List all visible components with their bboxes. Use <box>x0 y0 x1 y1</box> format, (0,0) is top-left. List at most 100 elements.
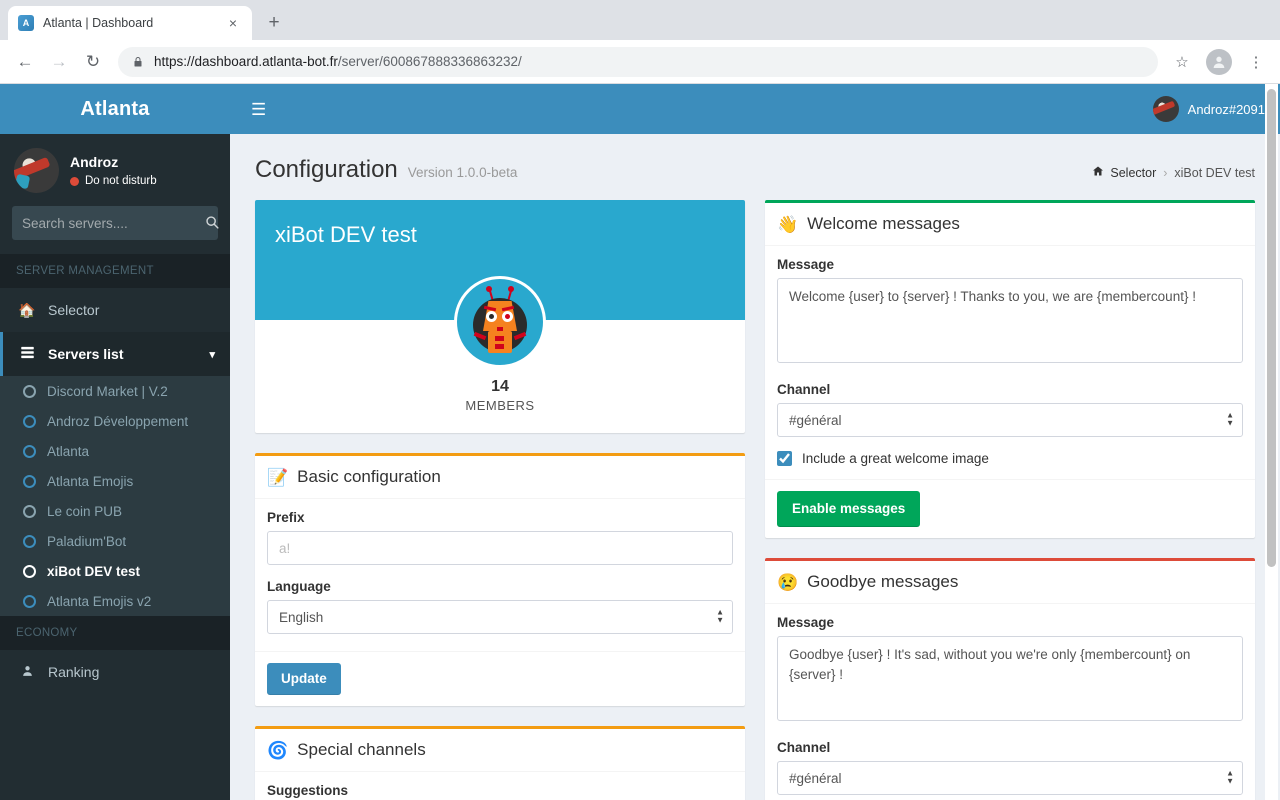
page-header: Configuration Version 1.0.0-beta Selecto… <box>230 134 1280 200</box>
chevron-down-icon[interactable]: ▾ <box>209 348 215 361</box>
brand-logo[interactable]: Atlanta <box>0 84 230 134</box>
search-box[interactable] <box>12 206 218 240</box>
card-header: 👋 Welcome messages <box>765 203 1255 246</box>
sidebar-item-selector[interactable]: 🏠 Selector <box>0 288 230 332</box>
sidebar-server-item[interactable]: Discord Market | V.2 <box>0 376 230 406</box>
tab-favicon-icon: A <box>18 15 34 31</box>
sidebar-server-item[interactable]: Androz Développement <box>0 406 230 436</box>
profile-avatar-icon[interactable] <box>1206 49 1232 75</box>
person-icon <box>1211 54 1227 70</box>
bookmark-star-icon[interactable]: ☆ <box>1167 47 1197 77</box>
circle-icon <box>23 385 36 398</box>
browser-tab[interactable]: A Atlanta | Dashboard × <box>8 6 252 40</box>
welcome-channel-select[interactable]: #général <box>777 403 1243 437</box>
browser-toolbar: ← → ↻ https://dashboard.atlanta-bot.fr/s… <box>0 40 1280 84</box>
sidebar-server-item[interactable]: Atlanta <box>0 436 230 466</box>
toolbar-actions: ☆ ⋮ <box>1167 47 1271 77</box>
update-button[interactable]: Update <box>267 663 341 695</box>
left-column: xiBot DEV test <box>245 200 755 800</box>
lock-icon <box>132 55 144 69</box>
welcome-image-checkbox-row[interactable]: Include a great welcome image <box>777 451 1243 466</box>
circle-icon <box>23 595 36 608</box>
breadcrumb-home-link[interactable]: Selector <box>1092 165 1156 180</box>
suggestions-group: Suggestions ▲▼ <box>267 783 733 800</box>
cyclone-icon: 🌀 <box>267 742 288 759</box>
main-content: ☰ Androz#2091 Configuration Version 1.0.… <box>230 84 1280 800</box>
card-title: Welcome messages <box>807 214 960 234</box>
sidebar-search <box>0 206 230 254</box>
sidebar-server-label: Discord Market | V.2 <box>47 384 168 399</box>
search-input[interactable] <box>22 216 199 231</box>
card-footer: Enable messages <box>765 479 1255 538</box>
welcome-messages-card: 👋 Welcome messages Message Channel <box>765 200 1255 538</box>
sidebar-server-label: Paladium'Bot <box>47 534 126 549</box>
robot-icon <box>464 286 536 358</box>
close-icon[interactable]: × <box>224 14 242 32</box>
sidebar-item-servers-list[interactable]: Servers list ▾ <box>0 332 230 376</box>
memo-icon: 📝 <box>267 469 288 486</box>
server-info-card: xiBot DEV test <box>255 200 745 433</box>
search-icon[interactable] <box>199 215 219 232</box>
new-tab-button[interactable]: + <box>260 9 288 37</box>
sidebar-user-panel[interactable]: Androz Do not disturb <box>0 134 230 206</box>
welcome-channel-label: Channel <box>777 382 1243 397</box>
columns-container: xiBot DEV test <box>230 200 1280 800</box>
page-scrollbar[interactable] <box>1265 84 1278 800</box>
topbar-username: Androz#2091 <box>1188 102 1265 117</box>
page-version: Version 1.0.0-beta <box>408 165 518 180</box>
card-body: Prefix Language English ▲▼ <box>255 499 745 651</box>
reload-icon[interactable]: ↻ <box>77 46 109 78</box>
breadcrumb-current: xiBot DEV test <box>1174 166 1255 180</box>
scrollbar-thumb[interactable] <box>1267 89 1276 567</box>
prefix-input[interactable] <box>267 531 733 565</box>
top-navbar: ☰ Androz#2091 <box>230 84 1280 134</box>
avatar <box>1153 96 1179 122</box>
welcome-channel-group: Channel #général ▲▼ <box>777 382 1243 437</box>
prefix-label: Prefix <box>267 510 733 525</box>
sidebar-server-item[interactable]: Atlanta Emojis v2 <box>0 586 230 616</box>
topbar-user-menu[interactable]: Androz#2091 <box>1153 96 1265 122</box>
hamburger-menu-icon[interactable]: ☰ <box>245 97 272 122</box>
content-scroll-area[interactable]: Configuration Version 1.0.0-beta Selecto… <box>230 134 1280 800</box>
circle-icon <box>23 565 36 578</box>
card-header: 🌀 Special channels <box>255 729 745 772</box>
sidebar-server-item[interactable]: Paladium'Bot <box>0 526 230 556</box>
page-title: Configuration <box>255 156 398 184</box>
back-arrow-icon[interactable]: ← <box>9 46 41 78</box>
status-dot-icon <box>70 177 79 186</box>
breadcrumb-separator: › <box>1163 166 1167 180</box>
browser-menu-icon[interactable]: ⋮ <box>1241 47 1271 77</box>
goodbye-channel-select[interactable]: #général <box>777 761 1243 795</box>
card-body: Message Channel #général ▲▼ <box>765 246 1255 479</box>
sidebar-server-label: Atlanta Emojis <box>47 474 133 489</box>
user-status: Do not disturb <box>70 175 157 187</box>
sidebar-section-economy: ECONOMY <box>0 616 230 650</box>
goodbye-message-textarea[interactable] <box>777 636 1243 721</box>
card-body: Suggestions ▲▼ <box>255 772 745 800</box>
language-select[interactable]: English <box>267 600 733 634</box>
sidebar-item-label: Selector <box>48 302 99 318</box>
tab-title: Atlanta | Dashboard <box>43 16 215 30</box>
language-label: Language <box>267 579 733 594</box>
welcome-image-checkbox-label[interactable]: Include a great welcome image <box>802 451 989 466</box>
language-group: Language English ▲▼ <box>267 579 733 634</box>
forward-arrow-icon[interactable]: → <box>43 46 75 78</box>
sidebar: Atlanta Androz Do not disturb <box>0 84 230 800</box>
goodbye-channel-group: Channel #général ▲▼ <box>777 740 1243 795</box>
welcome-message-textarea[interactable] <box>777 278 1243 363</box>
address-bar[interactable]: https://dashboard.atlanta-bot.fr/server/… <box>118 47 1158 77</box>
suggestions-label: Suggestions <box>267 783 733 798</box>
card-title: Basic configuration <box>297 467 441 487</box>
welcome-image-checkbox[interactable] <box>777 451 792 466</box>
sidebar-server-label: Atlanta Emojis v2 <box>47 594 151 609</box>
server-avatar-icon <box>454 276 546 368</box>
sidebar-server-item[interactable]: Atlanta Emojis <box>0 466 230 496</box>
member-count: 14 <box>255 378 745 396</box>
sidebar-server-item-selected[interactable]: xiBot DEV test <box>0 556 230 586</box>
sidebar-item-ranking[interactable]: Ranking <box>0 650 230 694</box>
sidebar-server-item[interactable]: Le coin PUB <box>0 496 230 526</box>
enable-messages-button[interactable]: Enable messages <box>777 491 920 527</box>
home-icon: 🏠 <box>18 302 36 319</box>
card-title: Goodbye messages <box>807 572 958 592</box>
home-icon <box>1092 165 1104 180</box>
